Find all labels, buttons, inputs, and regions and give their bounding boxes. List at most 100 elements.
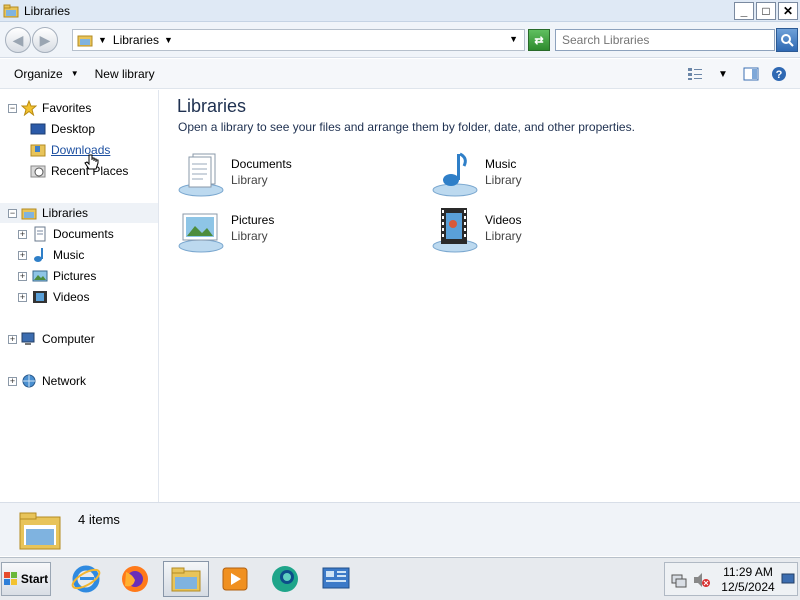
window-title: Libraries xyxy=(24,3,71,18)
start-label: Start xyxy=(20,572,49,586)
view-icon xyxy=(688,68,702,80)
tree-item-favorites[interactable]: − Favorites xyxy=(0,98,158,118)
breadcrumb-dropdown-icon[interactable]: ▼ xyxy=(164,35,173,45)
libraries-folder-icon xyxy=(21,208,37,220)
search-icon xyxy=(781,34,794,47)
clock-date: 12/5/2024 xyxy=(721,580,775,594)
tree-item-network[interactable]: + Network xyxy=(0,371,158,391)
show-desktop-icon[interactable] xyxy=(781,572,795,586)
expand-icon[interactable]: + xyxy=(8,377,17,386)
star-icon xyxy=(21,100,37,116)
tree-item-videos[interactable]: + Videos xyxy=(0,287,158,307)
maximize-button[interactable]: □ xyxy=(756,2,776,20)
libraries-folder-icon xyxy=(77,35,93,47)
control-panel-icon xyxy=(322,567,350,589)
view-options-dropdown[interactable]: ▼ xyxy=(714,65,732,83)
address-history-dropdown-icon[interactable]: ▼ xyxy=(509,34,518,44)
chevron-down-icon: ▼ xyxy=(718,68,728,80)
breadcrumb-libraries[interactable]: Libraries xyxy=(113,33,159,47)
tree-label-computer: Computer xyxy=(42,332,95,346)
taskbar-edge[interactable] xyxy=(262,561,308,597)
expand-icon[interactable]: + xyxy=(18,230,27,239)
library-type: Library xyxy=(485,173,522,187)
library-item-pictures[interactable]: Pictures Library xyxy=(177,206,397,256)
minimize-button[interactable]: _ xyxy=(734,2,754,20)
address-field[interactable]: ▼ Libraries ▼ ▼ xyxy=(72,29,525,51)
expand-icon[interactable]: + xyxy=(18,272,27,281)
close-button[interactable]: ✕ xyxy=(778,2,798,20)
taskbar-firefox[interactable] xyxy=(112,561,158,597)
film-icon xyxy=(33,291,47,303)
tree-item-libraries[interactable]: − Libraries xyxy=(0,203,158,223)
library-item-music[interactable]: Music Library xyxy=(431,150,651,200)
organize-button[interactable]: Organize ▼ xyxy=(6,59,87,88)
taskbar-file-explorer[interactable] xyxy=(163,561,209,597)
tree-item-computer[interactable]: + Computer xyxy=(0,329,158,349)
tree-label-libraries: Libraries xyxy=(42,206,89,220)
search-field[interactable] xyxy=(555,29,775,51)
expand-icon[interactable]: + xyxy=(8,335,17,344)
media-player-icon xyxy=(222,567,248,591)
preview-pane-button[interactable] xyxy=(742,65,760,83)
taskbar-internet-explorer[interactable] xyxy=(63,561,109,597)
library-type: Library xyxy=(485,229,522,243)
forward-button[interactable]: ▶ xyxy=(32,27,58,53)
tree-item-recent-places[interactable]: Recent Places xyxy=(30,161,128,181)
breadcrumb-arrow-icon[interactable]: ▼ xyxy=(98,35,107,45)
back-arrow-icon: ◀ xyxy=(12,31,24,48)
taskbar: Start 11:29 AM 12/5/2024 xyxy=(0,557,800,600)
edge-icon xyxy=(272,566,298,592)
documents-library-icon xyxy=(178,153,224,197)
videos-library-icon xyxy=(432,208,478,253)
expand-icon[interactable]: + xyxy=(18,251,27,260)
tree-label-documents: Documents xyxy=(53,227,114,241)
pictures-icon xyxy=(32,270,48,282)
expand-icon[interactable]: + xyxy=(18,293,27,302)
new-library-button[interactable]: New library xyxy=(87,59,163,88)
tree-item-documents[interactable]: + Documents xyxy=(0,224,158,244)
downloads-folder-icon xyxy=(30,144,46,157)
details-pane: 4 items xyxy=(0,502,800,556)
tree-label-music: Music xyxy=(53,248,85,262)
libraries-folder-icon xyxy=(19,512,61,550)
windows-logo-icon xyxy=(3,572,17,585)
network-icon xyxy=(22,374,36,388)
new-library-label: New library xyxy=(94,66,155,81)
tree-item-pictures[interactable]: + Pictures xyxy=(0,266,158,286)
taskbar-media-player[interactable] xyxy=(212,561,258,597)
search-button[interactable] xyxy=(776,28,798,52)
refresh-icon: ⇄ xyxy=(534,34,544,47)
tree-item-desktop[interactable]: Desktop xyxy=(30,119,95,139)
volume-muted-icon[interactable] xyxy=(693,572,711,588)
library-name: Pictures xyxy=(231,213,275,227)
search-input[interactable] xyxy=(562,33,762,47)
library-item-videos[interactable]: Videos Library xyxy=(431,206,651,256)
music-library-icon xyxy=(432,152,478,197)
music-note-icon xyxy=(34,248,43,262)
clock[interactable]: 11:29 AM 12/5/2024 xyxy=(717,565,779,595)
computer-icon xyxy=(21,332,35,345)
documents-icon xyxy=(34,226,46,242)
preview-pane-icon xyxy=(743,67,759,81)
library-type: Library xyxy=(231,229,268,243)
collapse-icon[interactable]: − xyxy=(8,209,17,218)
start-button[interactable]: Start xyxy=(1,562,51,596)
internet-explorer-icon xyxy=(71,565,101,593)
help-icon: ? xyxy=(772,67,786,81)
desktop-icon xyxy=(30,123,46,135)
help-button[interactable]: ? xyxy=(770,65,788,83)
library-name: Videos xyxy=(485,213,522,227)
firefox-icon xyxy=(122,566,148,592)
taskbar-control-panel[interactable] xyxy=(313,561,359,597)
library-item-documents[interactable]: Documents Library xyxy=(177,150,397,200)
tree-item-music[interactable]: + Music xyxy=(0,245,158,265)
network-status-icon[interactable] xyxy=(671,572,687,588)
back-button[interactable]: ◀ xyxy=(5,27,31,53)
refresh-button[interactable]: ⇄ xyxy=(528,29,550,51)
collapse-icon[interactable]: − xyxy=(8,104,17,113)
tree-label-videos: Videos xyxy=(53,290,90,304)
clock-time: 11:29 AM xyxy=(723,565,773,579)
forward-arrow-icon: ▶ xyxy=(39,31,51,48)
library-type: Library xyxy=(231,173,268,187)
change-view-button[interactable] xyxy=(686,65,704,83)
